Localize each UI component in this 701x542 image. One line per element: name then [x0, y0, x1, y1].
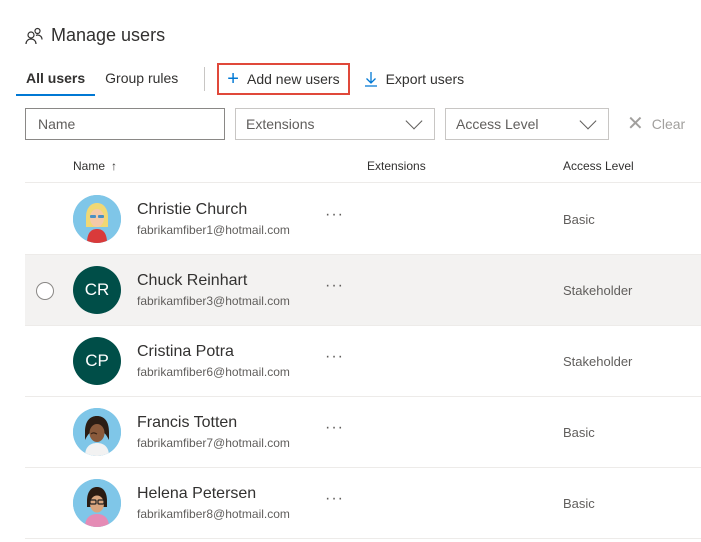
row-select-radio[interactable]	[36, 282, 54, 300]
user-name: Chuck Reinhart	[137, 272, 248, 289]
add-new-users-label: Add new users	[246, 71, 340, 87]
user-name: Cristina Potra	[137, 343, 234, 360]
person-avatar-icon	[73, 408, 121, 456]
access-level-dropdown[interactable]: Access Level	[445, 108, 609, 140]
download-icon	[364, 72, 377, 87]
user-name: Francis Totten	[137, 414, 238, 431]
user-email: fabrikamfiber8@hotmail.com	[137, 507, 290, 521]
access-level-value: Stakeholder	[563, 283, 633, 298]
sort-ascending-icon: ↑	[111, 159, 118, 173]
page-header: Manage users	[25, 25, 165, 46]
column-header-name[interactable]: Name ↑	[73, 159, 117, 173]
column-header-extensions[interactable]: Extensions	[367, 159, 426, 173]
table-row[interactable]: Christie Church fabrikamfiber1@hotmail.c…	[25, 184, 701, 255]
table-row[interactable]: CP Cristina Potra fabrikamfiber6@hotmail…	[25, 326, 701, 397]
clear-label: Clear	[651, 116, 686, 132]
table-row[interactable]: CR Chuck Reinhart fabrikamfiber3@hotmail…	[25, 255, 701, 326]
table-header: Name ↑ Extensions Access Level	[25, 151, 701, 183]
user-email: fabrikamfiber3@hotmail.com	[137, 294, 290, 308]
user-email: fabrikamfiber7@hotmail.com	[137, 436, 290, 450]
clear-filters-button[interactable]: ✕ Clear	[627, 114, 685, 134]
user-name: Christie Church	[137, 201, 248, 218]
table-row[interactable]: Francis Totten fabrikamfiber7@hotmail.co…	[25, 397, 701, 468]
extensions-dropdown-label: Extensions	[246, 116, 315, 132]
chevron-down-icon	[579, 112, 597, 130]
access-level-dropdown-label: Access Level	[456, 116, 539, 132]
column-name-label: Name	[73, 159, 106, 173]
user-name: Helena Petersen	[137, 485, 257, 502]
access-level-value: Basic	[563, 425, 595, 440]
export-users-label: Export users	[385, 71, 465, 87]
tab-all-users[interactable]: All users	[16, 62, 96, 96]
more-actions-button[interactable]: ···	[325, 277, 344, 295]
access-level-value: Basic	[563, 212, 595, 227]
users-table: Christie Church fabrikamfiber1@hotmail.c…	[25, 184, 701, 539]
tab-divider	[204, 67, 206, 91]
close-icon: ✕	[627, 113, 644, 135]
tab-group-rules[interactable]: Group rules	[95, 62, 188, 96]
column-header-access-level[interactable]: Access Level	[563, 159, 634, 173]
more-actions-button[interactable]: ···	[325, 419, 344, 437]
plus-icon: +	[227, 68, 239, 90]
avatar	[73, 195, 121, 243]
table-row[interactable]: Helena Petersen fabrikamfiber8@hotmail.c…	[25, 468, 701, 539]
avatar: CP	[73, 337, 121, 385]
more-actions-button[interactable]: ···	[325, 490, 344, 508]
avatar	[73, 479, 121, 527]
page-title: Manage users	[51, 25, 166, 45]
more-actions-button[interactable]: ···	[325, 348, 344, 366]
avatar: CR	[73, 266, 121, 314]
user-email: fabrikamfiber6@hotmail.com	[137, 365, 290, 379]
export-users-button[interactable]: Export users	[356, 62, 473, 96]
tab-bar: All users Group rules + Add new users Ex…	[16, 62, 472, 96]
chevron-down-icon	[405, 112, 423, 130]
person-avatar-icon	[73, 479, 121, 527]
access-level-value: Stakeholder	[563, 354, 633, 369]
user-email: fabrikamfiber1@hotmail.com	[137, 223, 290, 237]
add-new-users-button[interactable]: + Add new users	[217, 63, 350, 95]
extensions-dropdown[interactable]: Extensions	[235, 108, 435, 140]
name-filter-input[interactable]	[25, 108, 225, 140]
access-level-value: Basic	[563, 496, 595, 511]
person-avatar-icon	[73, 195, 121, 243]
users-icon	[25, 27, 43, 44]
avatar	[73, 408, 121, 456]
filter-bar: Extensions Access Level ✕ Clear	[25, 108, 685, 140]
more-actions-button[interactable]: ···	[325, 206, 344, 224]
